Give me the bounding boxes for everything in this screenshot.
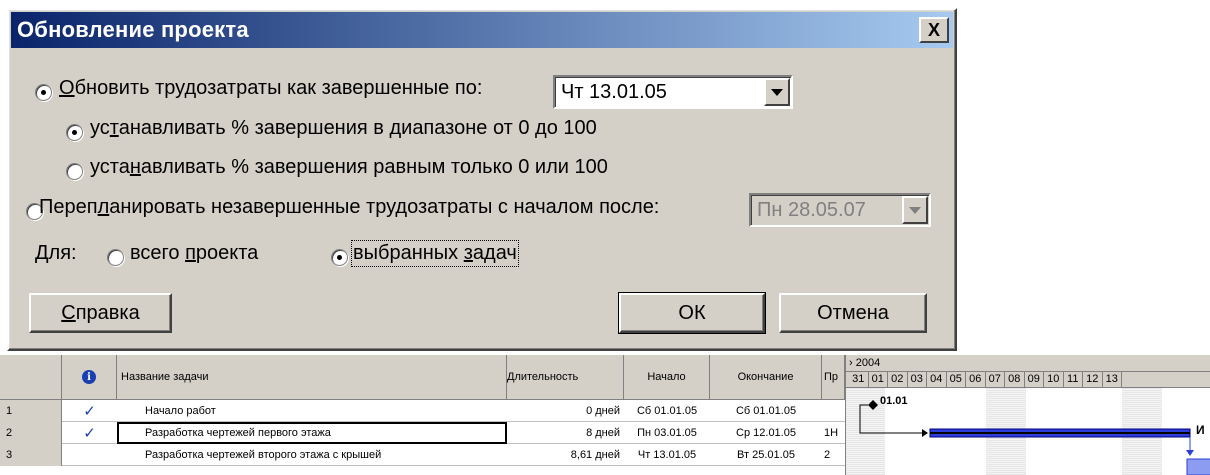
reschedule-label[interactable]: Перепланировать незавершенные трудозатра…	[39, 196, 659, 219]
start-cell[interactable]: Пн 03.01.05	[624, 422, 710, 444]
gantt-chart[interactable]: › 2004 31 01 02 03 04 05 06 07 08 09 10 …	[845, 355, 1210, 475]
update-date-combobox[interactable]: Чт 13.01.05	[553, 75, 793, 109]
predecessor-cell[interactable]: 1Н	[822, 422, 845, 444]
milestone-marker[interactable]	[868, 400, 878, 410]
link-arrowhead	[1186, 450, 1194, 456]
milestone-label: 01.01	[880, 395, 908, 407]
update-work-label[interactable]: Обновить трудозатраты как завершенные по…	[59, 77, 482, 100]
selected-tasks-radio[interactable]	[331, 249, 348, 266]
cancel-button[interactable]: Отмена	[779, 293, 927, 333]
duration-cell[interactable]: 8 дней	[507, 422, 624, 444]
percent-binary-label[interactable]: устанавливать % завершения равным только…	[90, 156, 608, 179]
dialog-title: Обновление проекта	[17, 17, 249, 42]
whole-project-label[interactable]: всего проекта	[130, 242, 258, 265]
ok-button[interactable]: ОК	[618, 292, 766, 334]
info-icon: i	[82, 370, 96, 384]
gantt-bars	[859, 400, 1210, 475]
header-task-name[interactable]: Название задачи	[117, 355, 507, 400]
duration-cell[interactable]: 8,61 дней	[507, 444, 624, 466]
chevron-down-icon	[771, 88, 783, 96]
header-start[interactable]: Начало	[624, 355, 710, 400]
complete-indicator: ✓	[62, 422, 117, 444]
update-date-dropdown-button[interactable]	[764, 78, 790, 106]
checkmark-icon: ✓	[83, 403, 96, 420]
reschedule-date-value: Пн 28.05.07	[757, 198, 866, 221]
row-number[interactable]: 2	[0, 422, 62, 444]
whole-project-radio[interactable]	[107, 249, 124, 266]
finish-cell[interactable]: Ср 12.01.05	[710, 422, 822, 444]
finish-cell[interactable]: Сб 01.01.05	[710, 400, 822, 422]
complete-indicator	[62, 444, 117, 466]
task-name-cell[interactable]: Разработка чертежей второго этажа с крыш…	[117, 444, 507, 466]
dependency-link	[859, 404, 924, 434]
predecessor-cell[interactable]: 2	[822, 444, 845, 466]
link-arrowhead	[922, 429, 928, 437]
complete-indicator: ✓	[62, 400, 117, 422]
header-predecessors[interactable]: Пр	[822, 355, 845, 400]
percent-binary-radio[interactable]	[66, 163, 83, 180]
update-work-radio[interactable]	[35, 84, 52, 101]
table-row[interactable]: 2 ✓ Разработка чертежей первого этажа 8 …	[0, 422, 845, 444]
duration-cell[interactable]: 0 дней	[507, 400, 624, 422]
checkmark-icon: ✓	[83, 425, 96, 442]
table-row[interactable]: 1 ✓ Начало работ 0 дней Сб 01.01.05 Сб 0…	[0, 400, 845, 422]
header-indicators[interactable]: i	[62, 355, 117, 400]
header-row-number[interactable]	[0, 355, 62, 400]
table-row[interactable]: 3 Разработка чертежей второго этажа с кр…	[0, 444, 845, 466]
close-icon: X	[927, 19, 940, 40]
header-duration[interactable]: Длительность	[507, 355, 624, 400]
close-button[interactable]: X	[919, 17, 949, 43]
bar-resource-label: И	[1196, 423, 1205, 437]
percent-range-label[interactable]: устанавливать % завершения в диапазоне о…	[90, 117, 597, 140]
update-date-value: Чт 13.01.05	[561, 80, 667, 103]
finish-cell[interactable]: Вт 25.01.05	[710, 444, 822, 466]
task-name-cell[interactable]: Начало работ	[117, 400, 507, 422]
predecessor-cell[interactable]	[822, 400, 845, 422]
selected-tasks-label[interactable]: выбранных задач	[351, 240, 519, 267]
task-bar[interactable]	[1186, 458, 1210, 475]
header-finish[interactable]: Окончание	[710, 355, 822, 400]
for-label: Для:	[35, 242, 77, 264]
reschedule-date-dropdown-button	[902, 196, 928, 224]
update-project-dialog: Обновление проекта X Обновить трудозатра…	[7, 8, 957, 351]
start-cell[interactable]: Чт 13.01.05	[624, 444, 710, 466]
title-bar[interactable]: Обновление проекта X	[11, 12, 953, 48]
gantt-sheet: i Название задачи Длительность Начало Ок…	[0, 355, 1210, 475]
help-button[interactable]: Справка	[29, 293, 172, 333]
row-number[interactable]: 3	[0, 444, 62, 466]
start-cell[interactable]: Сб 01.01.05	[624, 400, 710, 422]
percent-range-radio[interactable]	[66, 124, 83, 141]
task-name-cell[interactable]: Разработка чертежей первого этажа	[117, 422, 507, 444]
row-number[interactable]: 1	[0, 400, 62, 422]
reschedule-date-combobox: Пн 28.05.07	[749, 193, 931, 227]
chevron-down-icon	[909, 206, 921, 214]
